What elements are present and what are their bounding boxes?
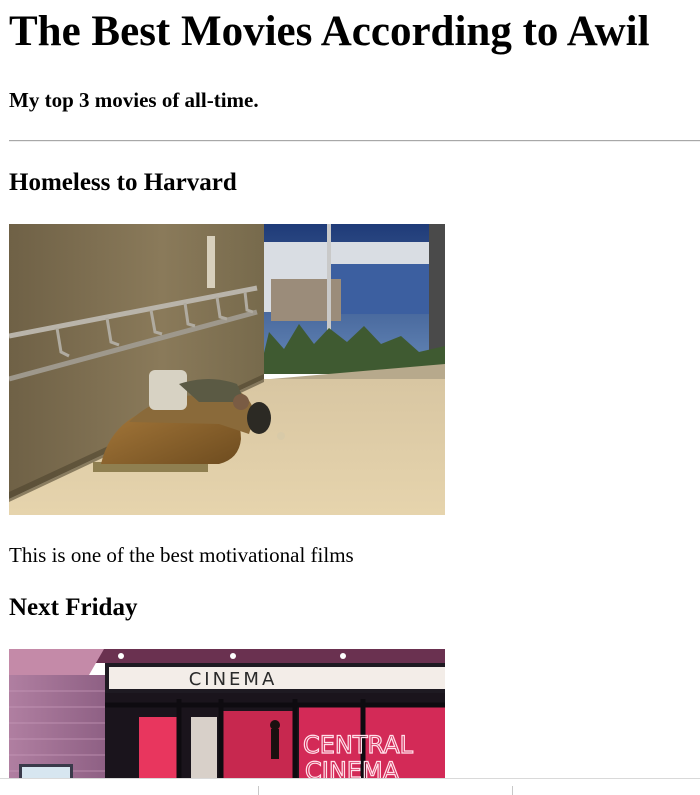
page-title: The Best Movies According to Awil xyxy=(9,8,650,55)
movie-image-next-friday: CINEMA CENTRAL CINEMA xyxy=(9,649,445,779)
horizontal-rule xyxy=(9,140,700,142)
page: The Best Movies According to Awil My top… xyxy=(0,0,700,795)
movie-title-next-friday: Next Friday xyxy=(9,594,138,621)
bar-divider xyxy=(258,786,259,795)
cinema-neon-central: CENTRAL xyxy=(303,731,414,759)
page-subtitle: My top 3 movies of all-time. xyxy=(9,88,259,112)
bottom-status-bar xyxy=(0,778,700,795)
cinema-sign-top: CINEMA xyxy=(189,669,278,690)
bar-divider xyxy=(512,786,513,795)
cinema-neon-cinema: CINEMA xyxy=(305,757,400,779)
movie-description-homeless-to-harvard: This is one of the best motivational fil… xyxy=(9,543,354,567)
movie-image-homeless-to-harvard xyxy=(9,224,445,515)
movie-title-homeless-to-harvard: Homeless to Harvard xyxy=(9,169,237,196)
